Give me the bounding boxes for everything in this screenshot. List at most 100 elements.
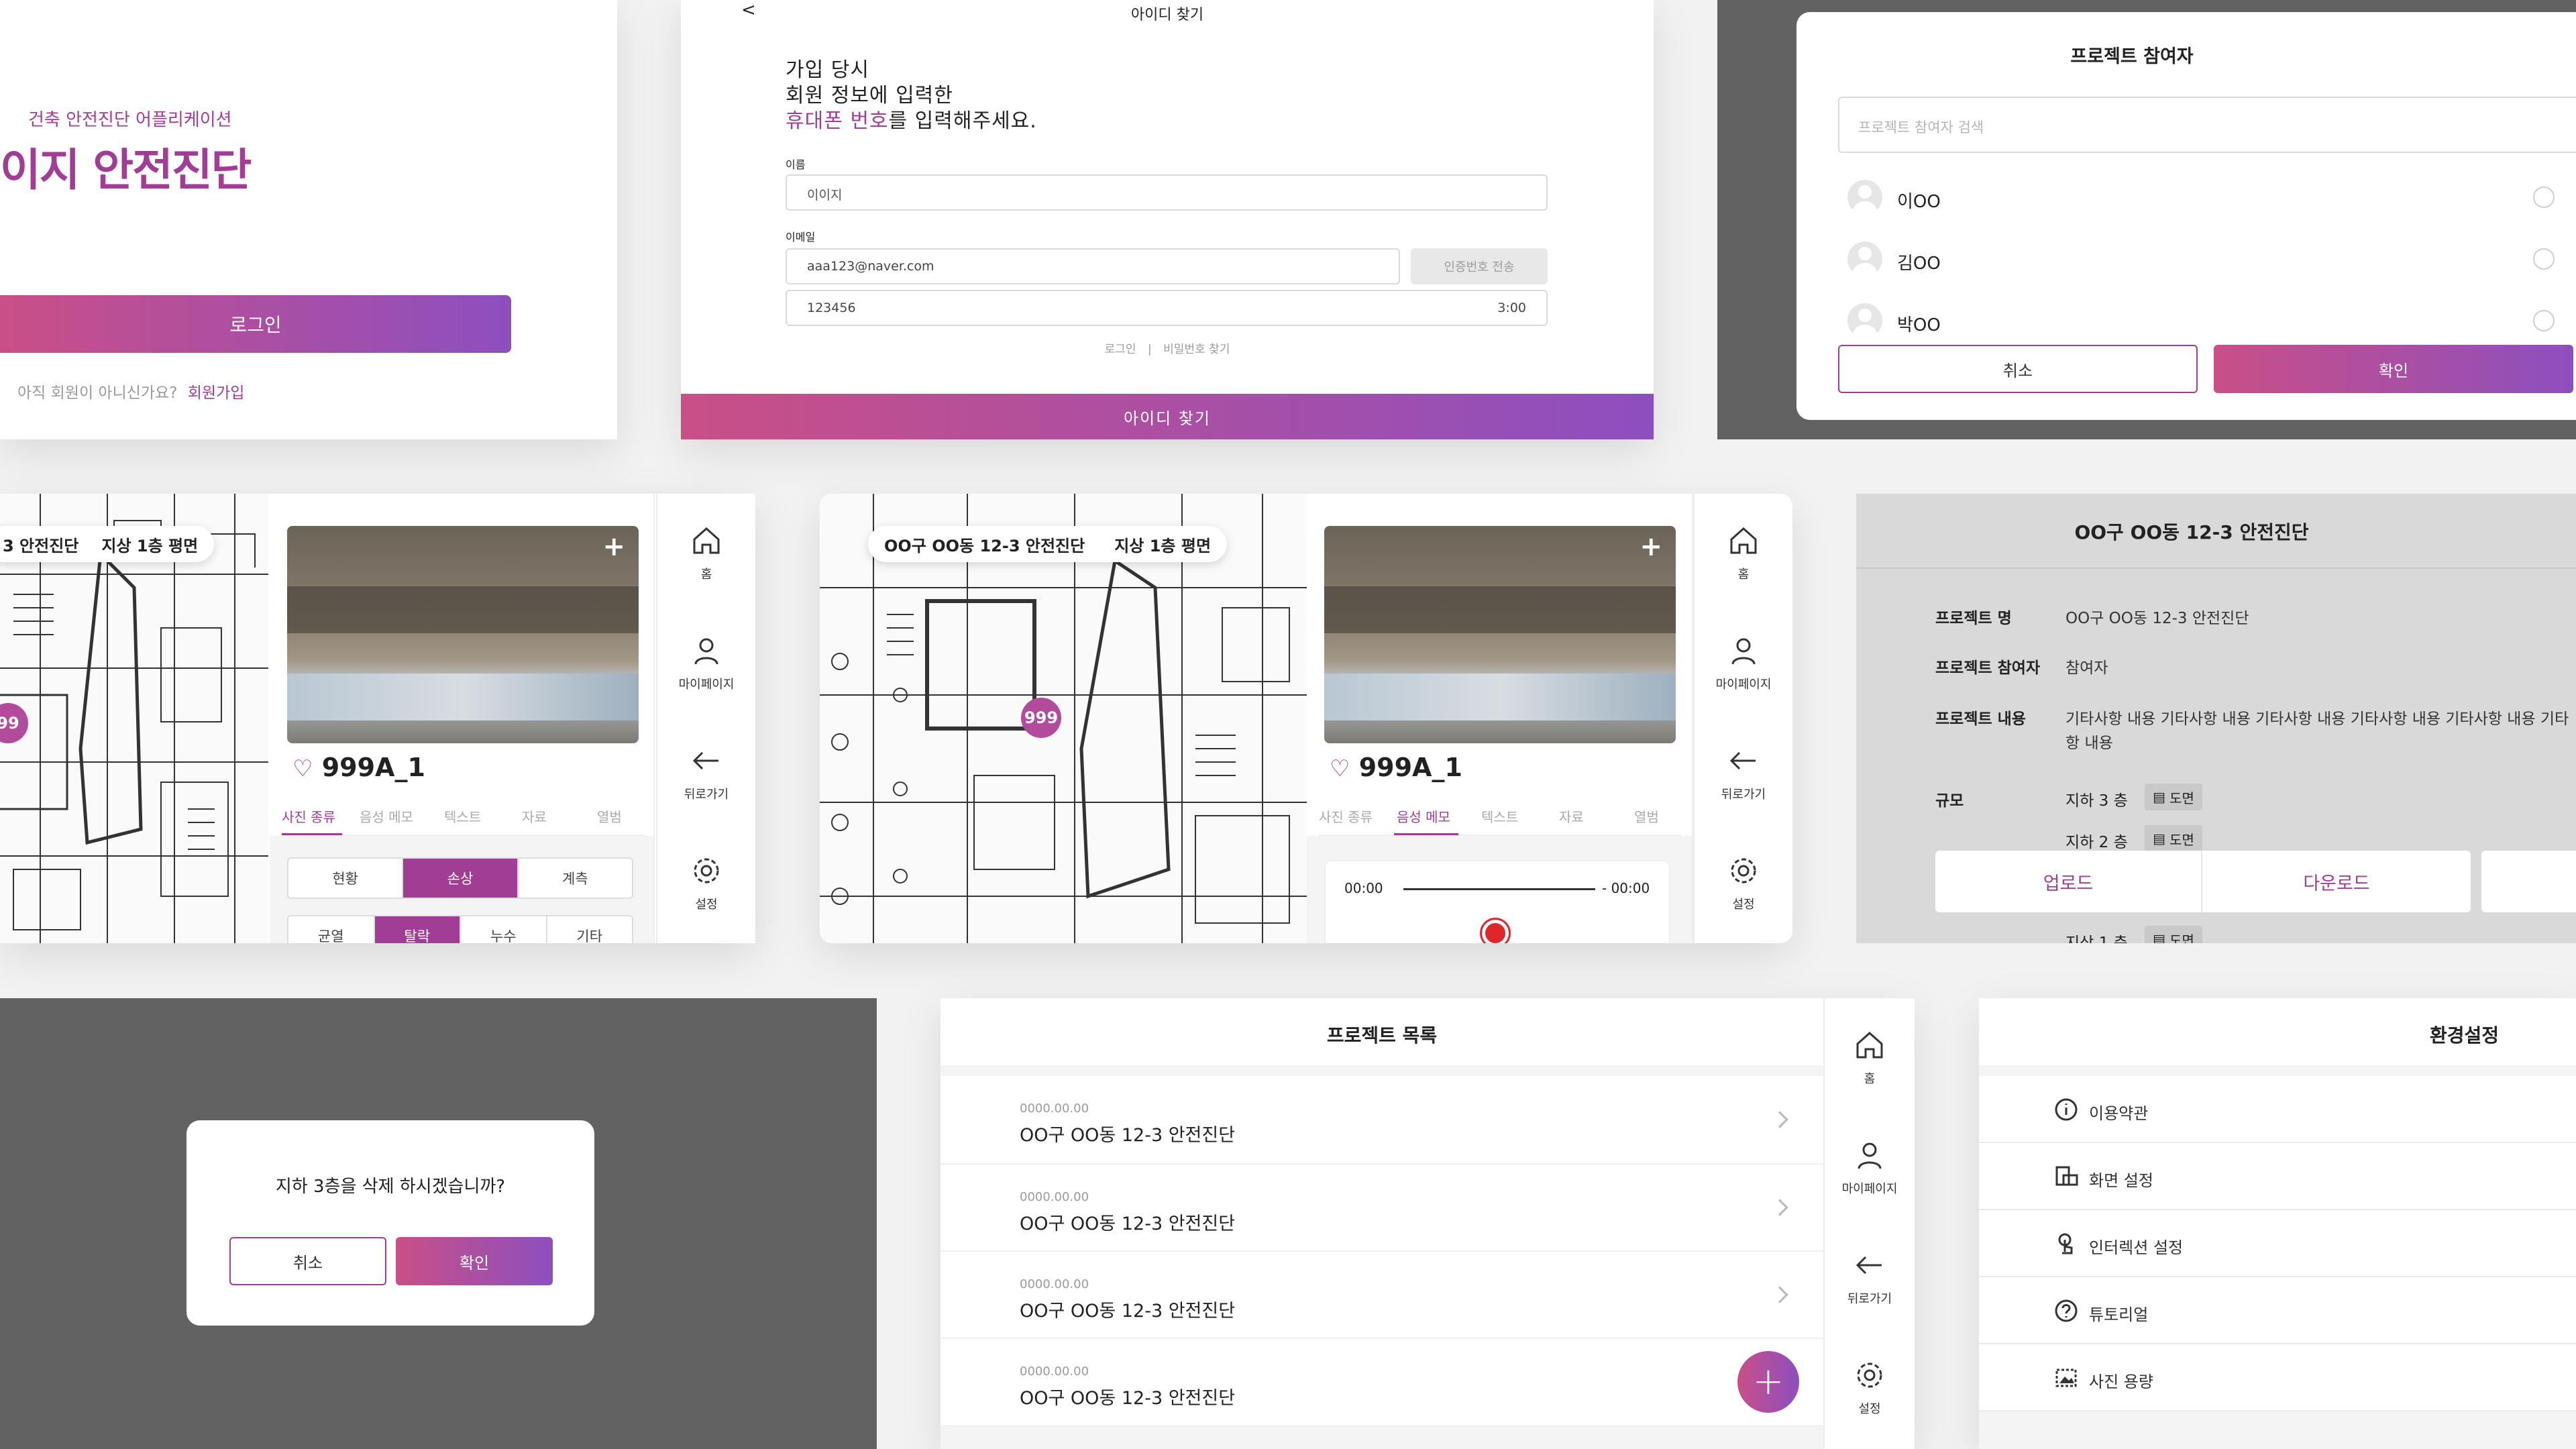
drawing-tag-label: 도면 bbox=[2169, 831, 2194, 848]
email-field[interactable]: aaa123@naver.com bbox=[786, 248, 1400, 284]
upload-button[interactable]: 업로드 bbox=[1935, 851, 2202, 912]
nav-back[interactable]: 뒤로가기 bbox=[1825, 1248, 1915, 1307]
tab-text[interactable]: 텍스트 bbox=[1481, 806, 1518, 826]
nav-home[interactable]: 홈 bbox=[1695, 523, 1792, 582]
instruction-line3: 휴대폰 번호를 입력해주세요. bbox=[786, 109, 1037, 134]
participants-search-input[interactable]: 프로젝트 참여자 검색 bbox=[1838, 97, 2576, 153]
nav-settings[interactable]: 설정 bbox=[1695, 853, 1792, 912]
settings-item-label: 화면 설정 bbox=[2089, 1171, 2153, 1190]
delete-cancel-button[interactable]: 취소 bbox=[229, 1237, 386, 1285]
find-id-header: 아이디 찾기 bbox=[1130, 7, 1204, 23]
code-field[interactable]: 123456 3:00 bbox=[786, 290, 1548, 326]
nav-home[interactable]: 홈 bbox=[657, 523, 755, 582]
tab-photo-type[interactable]: 사진 종류 bbox=[282, 806, 335, 826]
list-item[interactable]: 0000.00.00 OO구 OO동 12-3 안전진단 bbox=[941, 1076, 1823, 1163]
pin-label: 99 bbox=[0, 714, 19, 733]
nav-mypage-label: 마이페이지 bbox=[678, 678, 735, 692]
tab-photo-type[interactable]: 사진 종류 bbox=[1319, 806, 1373, 826]
photo-detail-card: + ♡ 999A_1 사진 종류 음성 메모 텍스트 자료 열범 00:00 -… bbox=[1307, 494, 1693, 943]
send-code-button[interactable]: 인증번호 전송 bbox=[1411, 248, 1548, 284]
nav-back[interactable]: 뒤로가기 bbox=[657, 743, 755, 802]
signup-link[interactable]: 회원가입 bbox=[188, 384, 245, 402]
find-id-submit-button[interactable]: 아이디 찾기 bbox=[681, 394, 1654, 439]
delete-confirm-button[interactable]: 확인 bbox=[396, 1237, 553, 1285]
pin-label: 999 bbox=[1024, 708, 1059, 727]
name-label: 이름 bbox=[786, 158, 806, 171]
participant-radio[interactable] bbox=[2533, 248, 2555, 270]
segment-crack[interactable]: 균열 bbox=[288, 916, 375, 943]
photo-add-button[interactable]: + bbox=[1640, 531, 1662, 562]
segment-damage[interactable]: 손상 bbox=[403, 859, 519, 898]
upload-download-bar: 업로드 다운로드 bbox=[1935, 851, 2576, 912]
settings-item-terms[interactable]: 이용약관 bbox=[1979, 1076, 2576, 1143]
settings-item-photo-size[interactable]: 사진 용량 bbox=[1979, 1344, 2576, 1411]
list-item[interactable]: 0000.00.00 OO구 OO동 12-3 안전진단 bbox=[941, 1338, 1823, 1425]
login-button[interactable]: 로그인 bbox=[0, 295, 511, 353]
site-photo[interactable]: + bbox=[287, 526, 639, 743]
tab-album[interactable]: 열범 bbox=[597, 806, 622, 826]
floor-name: 지하 3 층 bbox=[2065, 792, 2128, 810]
nav-settings[interactable]: 설정 bbox=[657, 853, 755, 912]
site-photo[interactable]: + bbox=[1324, 526, 1676, 743]
project-name-chip[interactable]: OO구 OO동 12-3 안전진단 지상 1층 평면 bbox=[868, 526, 1228, 562]
nav-home-label: 홈 bbox=[700, 568, 712, 582]
signup-prompt: 아직 회원이 아니신가요? bbox=[17, 384, 178, 402]
list-item[interactable]: 0000.00.00 OO구 OO동 12-3 안전진단 bbox=[941, 1250, 1823, 1338]
nav-settings[interactable]: 설정 bbox=[1825, 1358, 1915, 1417]
nav-mypage[interactable]: 마이페이지 bbox=[1825, 1138, 1915, 1197]
tab-voice-memo[interactable]: 음성 메모 bbox=[360, 806, 413, 826]
record-button[interactable] bbox=[1480, 918, 1511, 943]
nav-home[interactable]: 홈 bbox=[1825, 1028, 1915, 1087]
photo-title: 999A_1 bbox=[1358, 753, 1462, 782]
person-icon bbox=[1852, 1138, 1887, 1173]
nav-mypage[interactable]: 마이페이지 bbox=[1695, 633, 1792, 692]
gear-icon bbox=[1852, 1358, 1887, 1393]
tab-text[interactable]: 텍스트 bbox=[444, 806, 481, 826]
segment-leak[interactable]: 누수 bbox=[461, 916, 547, 943]
drawing-tag[interactable]: ▤ 도면 bbox=[2145, 926, 2202, 943]
audio-progress-track[interactable] bbox=[1403, 888, 1595, 890]
find-id-submit-label: 아이디 찾기 bbox=[1123, 409, 1212, 428]
photo-add-button[interactable]: + bbox=[602, 531, 625, 562]
add-project-fab[interactable]: + bbox=[1737, 1351, 1799, 1413]
nav-mypage[interactable]: 마이페이지 bbox=[657, 633, 755, 692]
settings-item-interaction[interactable]: 인터렉션 설정 bbox=[1979, 1210, 2576, 1277]
participants-title: 프로젝트 참여자 bbox=[2070, 46, 2194, 67]
tab-voice-memo[interactable]: 음성 메모 bbox=[1397, 806, 1450, 826]
tab-material[interactable]: 자료 bbox=[522, 806, 547, 826]
extra-action-button[interactable] bbox=[2481, 851, 2576, 912]
name-field[interactable]: 이이지 bbox=[786, 174, 1548, 211]
download-button[interactable]: 다운로드 bbox=[2202, 851, 2471, 912]
segment-measure[interactable]: 계측 bbox=[519, 859, 632, 898]
participant-radio[interactable] bbox=[2533, 186, 2555, 208]
participant-name: 박OO bbox=[1897, 315, 1941, 335]
participant-row[interactable]: 김OO bbox=[1838, 235, 2576, 288]
segment-other[interactable]: 기타 bbox=[547, 916, 633, 943]
audio-start-time: 00:00 bbox=[1344, 880, 1383, 896]
link-find-password[interactable]: 비밀번호 찾기 bbox=[1163, 343, 1230, 356]
settings-item-tutorial[interactable]: 튜토리얼 bbox=[1979, 1277, 2576, 1344]
tab-material[interactable]: 자료 bbox=[1559, 806, 1584, 826]
link-login[interactable]: 로그인 bbox=[1105, 343, 1136, 356]
heart-icon[interactable]: ♡ bbox=[292, 755, 313, 782]
map-pin[interactable]: 999 bbox=[1021, 698, 1061, 738]
participant-radio[interactable] bbox=[2533, 310, 2555, 331]
drawing-tag[interactable]: ▤ 도면 bbox=[2145, 825, 2202, 852]
nav-back[interactable]: 뒤로가기 bbox=[1695, 743, 1792, 802]
project-name-chip[interactable]: 3 안전진단 지상 1층 평면 bbox=[0, 526, 215, 562]
list-item[interactable]: 0000.00.00 OO구 OO동 12-3 안전진단 bbox=[941, 1163, 1823, 1250]
participant-row[interactable]: 박OO bbox=[1838, 297, 2576, 350]
chip-floor-name: 지상 1층 평면 bbox=[1114, 536, 1212, 555]
plus-icon: + bbox=[1752, 1360, 1784, 1403]
settings-screen: 환경설정 이용약관 화면 설정 인터렉션 설정 튜토리얼 사진 용량 bbox=[1979, 998, 2576, 1449]
segment-spalling[interactable]: 탈락 bbox=[374, 916, 461, 943]
drawing-tag[interactable]: ▤ 도면 bbox=[2145, 784, 2202, 810]
participant-row[interactable]: 이OO bbox=[1838, 173, 2576, 227]
tab-album[interactable]: 열범 bbox=[1634, 806, 1659, 826]
heart-icon[interactable]: ♡ bbox=[1330, 755, 1350, 782]
settings-item-screen[interactable]: 화면 설정 bbox=[1979, 1143, 2576, 1210]
participants-cancel-button[interactable]: 취소 bbox=[1838, 345, 2198, 393]
segment-status[interactable]: 현황 bbox=[288, 859, 404, 898]
participants-confirm-button[interactable]: 확인 bbox=[2214, 345, 2573, 393]
home-icon bbox=[1726, 523, 1761, 558]
